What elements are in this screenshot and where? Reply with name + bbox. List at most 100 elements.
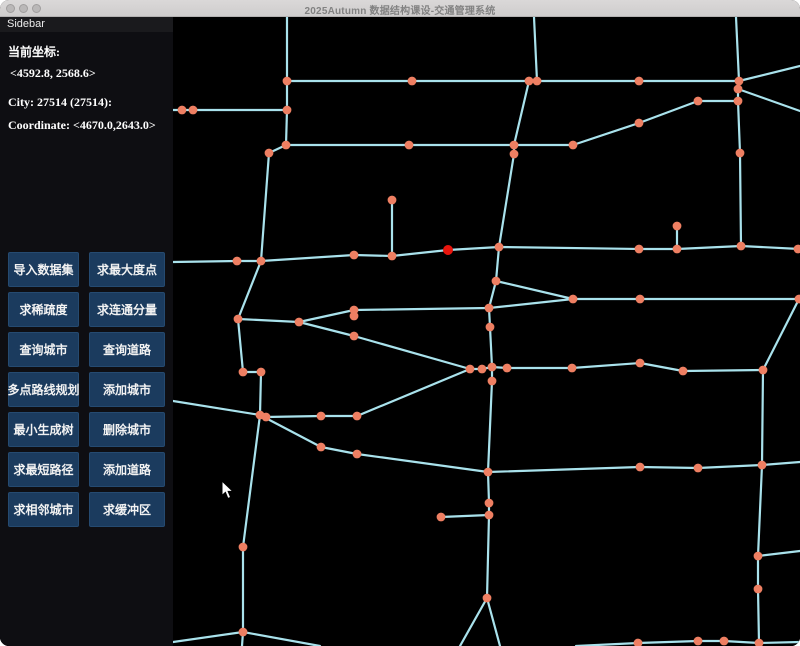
city-node[interactable] (509, 149, 519, 159)
window-content: Sidebar 当前坐标: <4592.8, 2568.6> City: 275… (0, 17, 800, 646)
city-node[interactable] (487, 362, 497, 372)
city-node[interactable] (484, 510, 494, 520)
city-node[interactable] (482, 593, 492, 603)
city-node[interactable] (672, 221, 682, 231)
sidebar-header: Sidebar (0, 17, 173, 32)
city-node[interactable] (349, 250, 359, 260)
sparsity-button[interactable]: 求稀疏度 (8, 292, 79, 327)
city-node[interactable] (316, 442, 326, 452)
city-node[interactable] (793, 244, 800, 254)
highlighted-city-node[interactable] (443, 245, 453, 255)
city-node[interactable] (758, 365, 768, 375)
import-dataset-button[interactable]: 导入数据集 (8, 252, 79, 287)
city-node[interactable] (494, 242, 504, 252)
mst-button[interactable]: 最小生成树 (8, 412, 79, 447)
city-node[interactable] (282, 76, 292, 86)
city-node[interactable] (177, 105, 187, 115)
city-coordinate: Coordinate: <4670.0,2643.0> (8, 118, 156, 132)
city-node[interactable] (349, 311, 359, 321)
query-road-button[interactable]: 查询道路 (89, 332, 165, 367)
add-road-button[interactable]: 添加道路 (89, 452, 165, 487)
sidebar-button-grid: 导入数据集 求最大度点 求稀疏度 求连通分量 查询城市 查询道路 多点路线规划 … (0, 252, 173, 527)
city-node[interactable] (635, 462, 645, 472)
city-node[interactable] (264, 148, 274, 158)
city-node[interactable] (693, 636, 703, 646)
city-node[interactable] (635, 358, 645, 368)
city-node[interactable] (477, 364, 487, 374)
city-node[interactable] (407, 76, 417, 86)
max-degree-button[interactable]: 求最大度点 (89, 252, 165, 287)
window-titlebar: 2025Autumn 数据结构课设-交通管理系统 (0, 0, 800, 17)
city-node[interactable] (387, 195, 397, 205)
window-title: 2025Autumn 数据结构课设-交通管理系统 (304, 6, 496, 17)
city-node[interactable] (483, 467, 493, 477)
query-city-button[interactable]: 查询城市 (8, 332, 79, 367)
city-node[interactable] (502, 363, 512, 373)
city-node[interactable] (736, 241, 746, 251)
add-city-button[interactable]: 添加城市 (89, 372, 165, 407)
city-node[interactable] (404, 140, 414, 150)
current-coordinate-value: <4592.8, 2568.6> (10, 66, 96, 80)
city-node[interactable] (734, 76, 744, 86)
city-node[interactable] (634, 118, 644, 128)
city-node[interactable] (532, 76, 542, 86)
city-node[interactable] (753, 551, 763, 561)
city-node[interactable] (282, 105, 292, 115)
city-node[interactable] (294, 317, 304, 327)
city-node[interactable] (567, 363, 577, 373)
city-node[interactable] (733, 96, 743, 106)
city-node[interactable] (232, 256, 242, 266)
city-node[interactable] (238, 542, 248, 552)
city-node[interactable] (633, 638, 643, 646)
city-node[interactable] (693, 463, 703, 473)
city-node[interactable] (733, 84, 743, 94)
city-node[interactable] (316, 411, 326, 421)
city-node[interactable] (256, 256, 266, 266)
city-node[interactable] (256, 367, 266, 377)
city-node[interactable] (753, 584, 763, 594)
city-node[interactable] (485, 322, 495, 332)
current-coordinate-label: 当前坐标: (8, 45, 60, 59)
city-node[interactable] (568, 140, 578, 150)
city-node[interactable] (678, 366, 688, 376)
city-node[interactable] (484, 498, 494, 508)
city-node[interactable] (436, 512, 446, 522)
city-node[interactable] (735, 148, 745, 158)
city-node[interactable] (387, 251, 397, 261)
city-node[interactable] (635, 294, 645, 304)
city-node[interactable] (757, 460, 767, 470)
city-node[interactable] (719, 636, 729, 646)
sidebar: Sidebar 当前坐标: <4592.8, 2568.6> City: 275… (0, 17, 173, 646)
city-node[interactable] (484, 303, 494, 313)
city-node[interactable] (238, 367, 248, 377)
shortest-path-button[interactable]: 求最短路径 (8, 452, 79, 487)
city-node[interactable] (465, 364, 475, 374)
city-node[interactable] (672, 244, 682, 254)
multi-point-route-button[interactable]: 多点路线规划 (8, 372, 80, 407)
coordinate-info: 当前坐标: <4592.8, 2568.6> City: 27514 (2751… (0, 32, 173, 133)
city-node[interactable] (261, 412, 271, 422)
city-node[interactable] (634, 76, 644, 86)
city-node[interactable] (509, 140, 519, 150)
city-node[interactable] (352, 411, 362, 421)
app-window: 2025Autumn 数据结构课设-交通管理系统 Sidebar 当前坐标: <… (0, 0, 800, 646)
city-node[interactable] (693, 96, 703, 106)
city-node[interactable] (524, 76, 534, 86)
buffer-zone-button[interactable]: 求缓冲区 (89, 492, 165, 527)
city-node[interactable] (238, 627, 248, 637)
connected-components-button[interactable]: 求连通分量 (89, 292, 165, 327)
city-node[interactable] (487, 376, 497, 386)
city-node[interactable] (233, 314, 243, 324)
road-network-map[interactable] (173, 17, 800, 646)
city-node[interactable] (352, 449, 362, 459)
delete-city-button[interactable]: 删除城市 (89, 412, 165, 447)
city-node[interactable] (754, 638, 764, 646)
city-node[interactable] (491, 276, 501, 286)
city-node[interactable] (634, 244, 644, 254)
city-node[interactable] (794, 294, 800, 304)
city-node[interactable] (188, 105, 198, 115)
city-node[interactable] (349, 331, 359, 341)
city-node[interactable] (568, 294, 578, 304)
city-node[interactable] (281, 140, 291, 150)
adjacent-cities-button[interactable]: 求相邻城市 (8, 492, 79, 527)
